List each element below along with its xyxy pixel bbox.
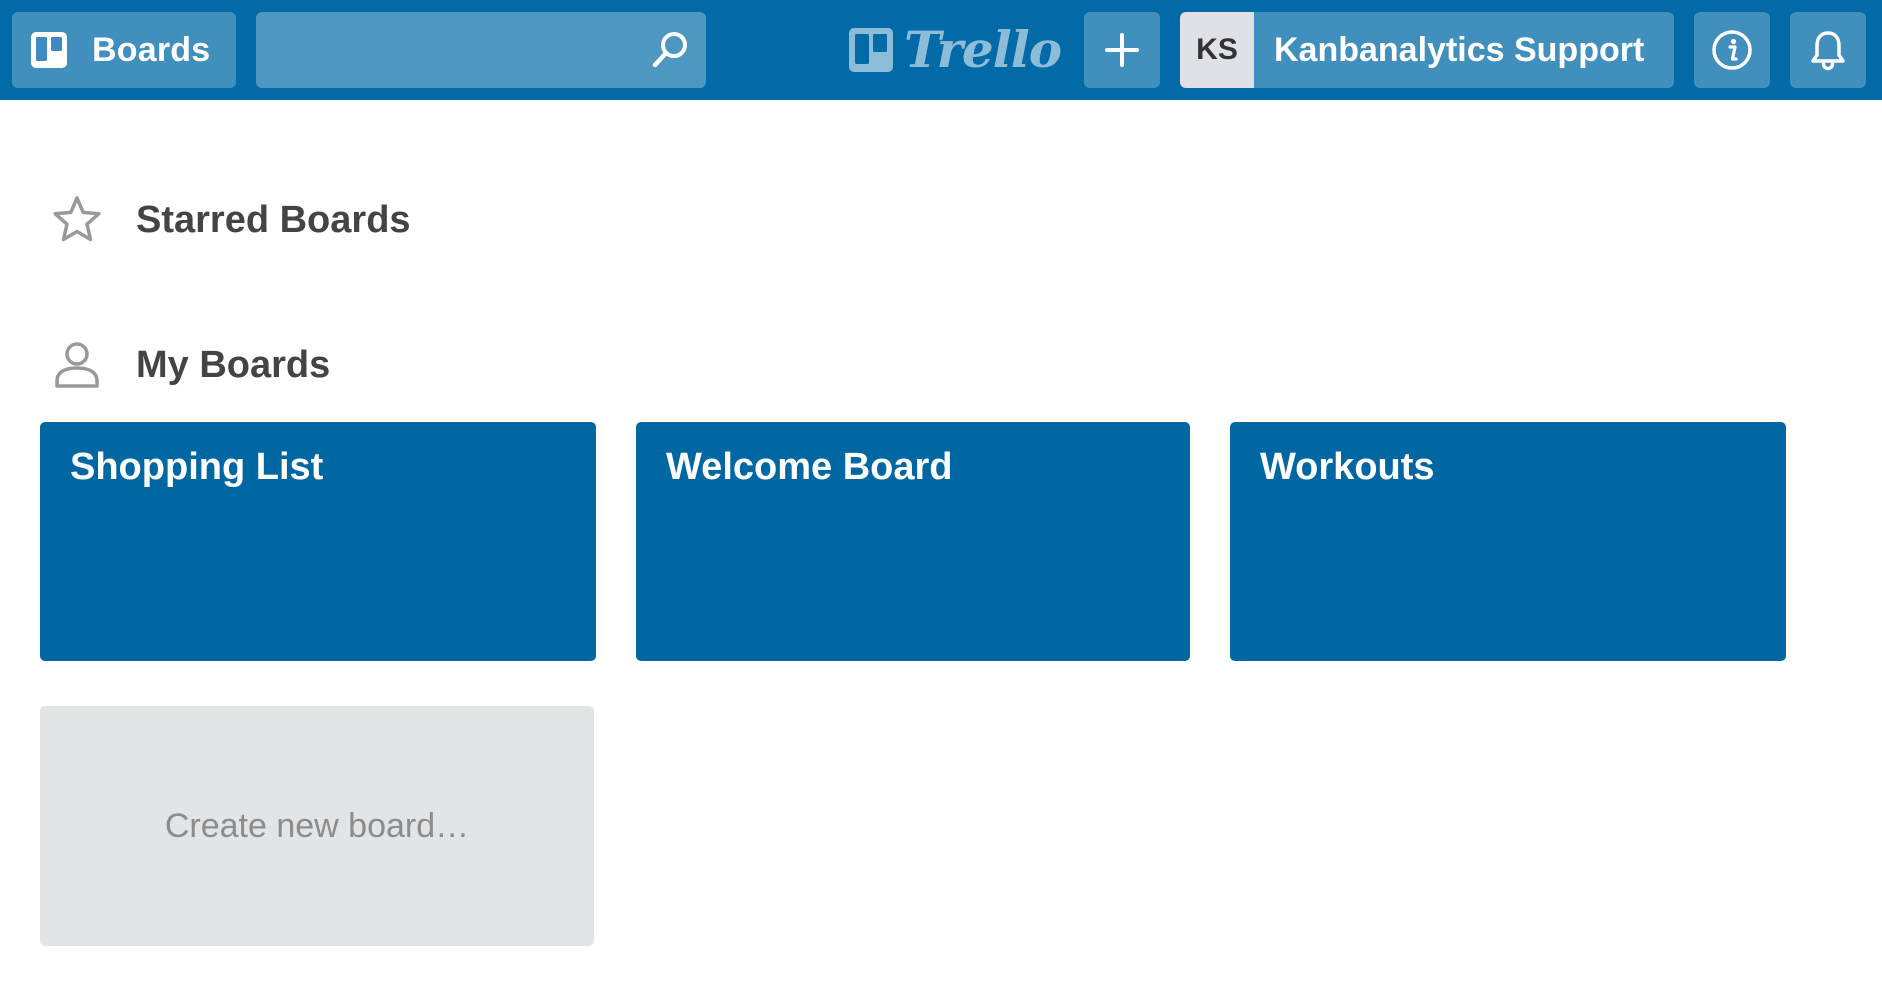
account-name: Kanbanalytics Support xyxy=(1274,30,1645,69)
board-tile-title: Welcome Board xyxy=(666,446,953,488)
plus-icon xyxy=(1105,33,1139,67)
boards-icon xyxy=(31,32,67,68)
search-icon[interactable] xyxy=(650,30,690,70)
person-icon xyxy=(55,342,99,388)
info-icon xyxy=(1712,30,1752,70)
board-tile-shopping-list[interactable]: Shopping List xyxy=(40,422,596,661)
create-new-board-button[interactable]: Create new board… xyxy=(40,706,594,946)
board-tile-title: Workouts xyxy=(1260,446,1435,488)
search-input[interactable] xyxy=(256,12,636,88)
my-boards-title: My Boards xyxy=(136,343,331,386)
my-boards-header: My Boards xyxy=(50,335,330,395)
trello-logo-text: Trello xyxy=(904,20,1062,79)
add-button[interactable] xyxy=(1084,12,1160,88)
search-box[interactable] xyxy=(256,12,706,88)
board-tile-title: Shopping List xyxy=(70,446,324,488)
trello-logo-icon xyxy=(849,28,893,72)
starred-boards-title: Starred Boards xyxy=(136,198,411,241)
info-button[interactable] xyxy=(1694,12,1770,88)
trello-logo[interactable]: Trello xyxy=(848,20,1062,79)
top-header: Boards Trello KS Kanbanalytics Support xyxy=(0,0,1882,100)
bell-icon xyxy=(1811,31,1845,71)
notifications-button[interactable] xyxy=(1790,12,1866,88)
create-new-board-label: Create new board… xyxy=(164,806,470,845)
starred-boards-header: Starred Boards xyxy=(50,190,411,250)
board-tile-workouts[interactable]: Workouts xyxy=(1230,422,1786,661)
avatar: KS xyxy=(1180,12,1254,88)
boards-button[interactable]: Boards xyxy=(12,12,236,88)
boards-button-label: Boards xyxy=(92,30,211,69)
account-menu-button[interactable]: KS Kanbanalytics Support xyxy=(1180,12,1674,88)
board-tile-welcome-board[interactable]: Welcome Board xyxy=(636,422,1190,661)
star-icon xyxy=(53,196,101,242)
